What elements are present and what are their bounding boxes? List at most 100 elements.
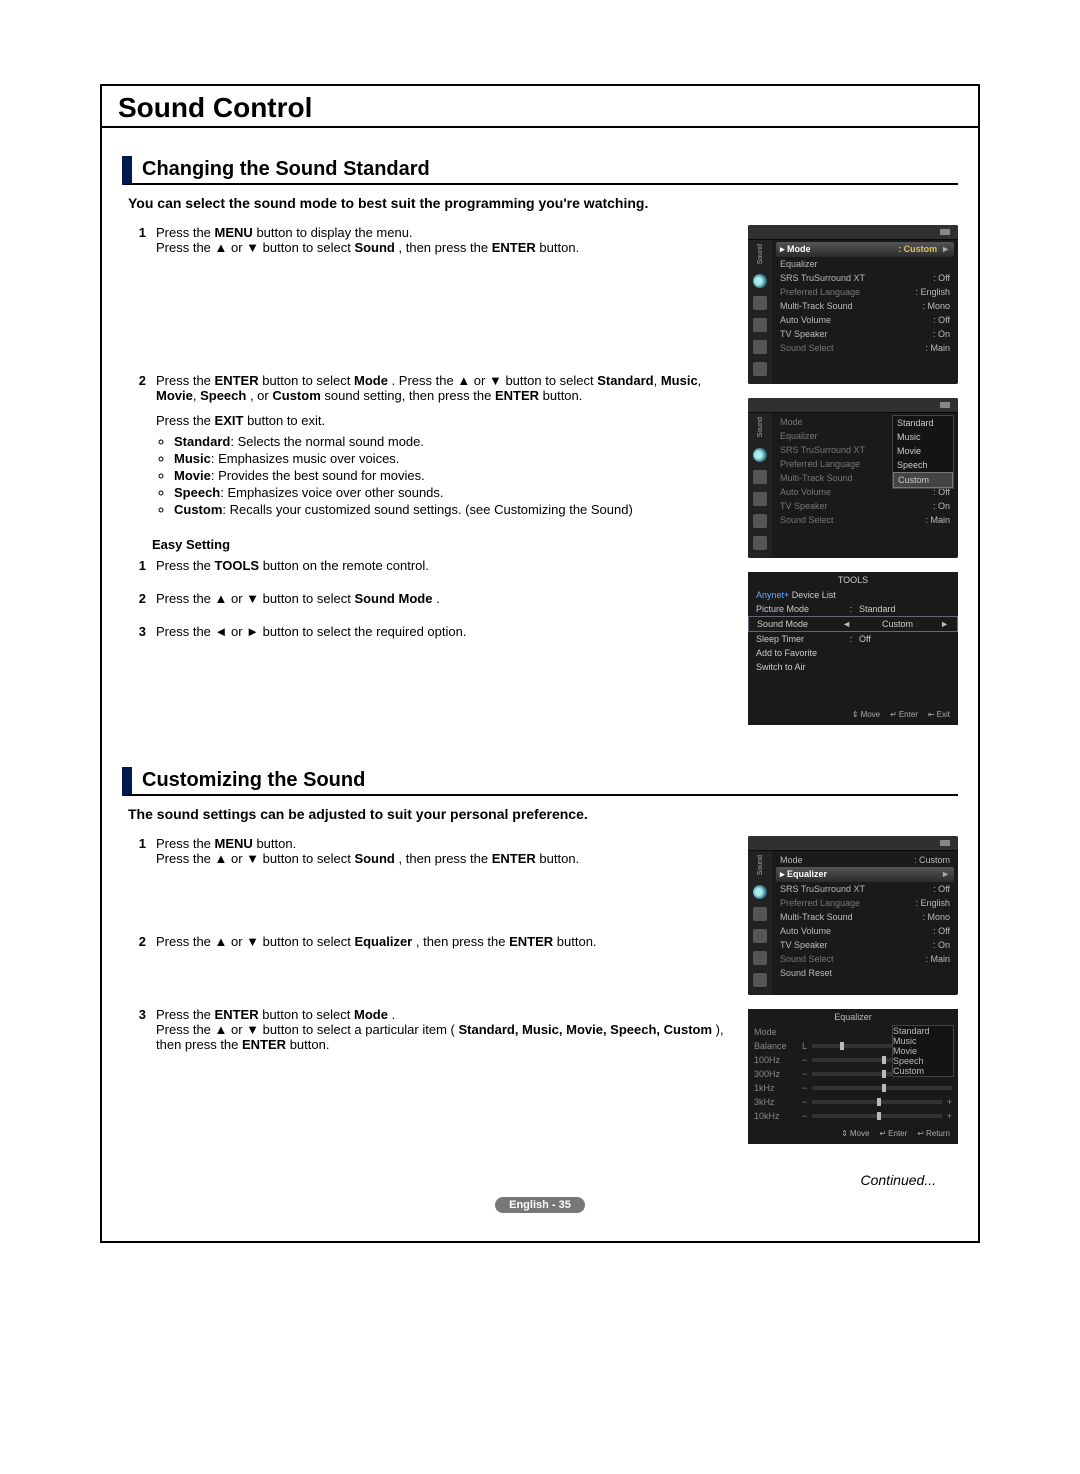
popup-standard[interactable]: Standard: [893, 416, 953, 430]
osd-row-sreset[interactable]: Sound Reset: [776, 966, 954, 980]
step1-2: 2 Press the ENTER button to select Mode …: [122, 373, 738, 519]
s2-step1: 1 Press the MENU button. Press the ▲ or …: [122, 836, 738, 866]
eq-popup-speech[interactable]: Speech: [893, 1056, 953, 1066]
tools-picture-mode[interactable]: Picture Mode:Standard: [748, 602, 958, 616]
section1-intro: You can select the sound mode to best su…: [128, 195, 958, 211]
osd-row-srs[interactable]: SRS TruSurround XT: Off: [776, 271, 954, 285]
osd-sound-tab-label: Sound: [757, 244, 764, 264]
t: Press the ▲ or ▼ button to select: [156, 851, 354, 866]
slider-knob[interactable]: [882, 1070, 886, 1078]
slider-knob[interactable]: [882, 1084, 886, 1092]
screenshots-col-1: Sound ▸ Mode : Custom ►: [748, 225, 958, 739]
tools-device-list[interactable]: Anynet+ Device List: [748, 588, 958, 602]
t: button.: [290, 1037, 330, 1052]
eq-popup-music[interactable]: Music: [893, 1036, 953, 1046]
osd-sound-tab-label: Sound: [757, 417, 764, 437]
eq-row-3khz[interactable]: 3kHz−+: [748, 1095, 958, 1109]
slider-knob[interactable]: [882, 1056, 886, 1064]
osd-row-mode[interactable]: ▸ Mode : Custom ►: [776, 242, 954, 257]
b: Custom: [174, 502, 222, 517]
popup-custom[interactable]: Custom: [893, 472, 953, 488]
eq-row-10khz[interactable]: 10kHz−+: [748, 1109, 958, 1123]
osd-topbar: [748, 398, 958, 413]
osd-row-tvspk[interactable]: TV Speaker: On: [776, 327, 954, 341]
easy-3: 3 Press the ◄ or ► button to select the …: [122, 624, 738, 639]
num-1: 1: [122, 225, 156, 255]
num-2: 2: [122, 373, 156, 519]
osd-row-mode[interactable]: Mode: Custom: [776, 853, 954, 867]
tab-icon: [753, 951, 767, 965]
page-title: Sound Control: [118, 92, 962, 124]
tools-switch-air[interactable]: Switch to Air: [748, 660, 958, 674]
t: Enter: [899, 710, 918, 719]
t: , or: [250, 388, 272, 403]
eq-popup-custom[interactable]: Custom: [893, 1066, 953, 1076]
mode-word: Mode: [354, 373, 388, 388]
t: Press the ▲ or ▼ button to select: [156, 240, 354, 255]
osd-body: Sound Mode: Custom ▸ Equalizer ►: [748, 851, 958, 995]
t: button on the remote control.: [263, 558, 429, 573]
t: : Emphasizes music over voices.: [211, 451, 400, 466]
slider-knob[interactable]: [840, 1042, 844, 1050]
equalizer-word: Equalizer: [354, 934, 412, 949]
bullet-icon: ▸: [780, 869, 785, 879]
eq-popup-standard[interactable]: Standard: [893, 1026, 953, 1036]
t: : Provides the best sound for movies.: [211, 468, 425, 483]
eq-popup-movie[interactable]: Movie: [893, 1046, 953, 1056]
left-arrow-icon[interactable]: ◄: [842, 619, 851, 629]
b: Speech: [174, 485, 220, 500]
right-arrow-icon[interactable]: ►: [940, 619, 949, 629]
osd-row-tvspk: TV Speaker: On: [776, 499, 954, 513]
tab-icon: [753, 296, 767, 310]
osd-row-mts[interactable]: Multi-Track Sound: Mono: [776, 910, 954, 924]
osd-side-tabs: Sound: [748, 240, 772, 384]
osd-row-srs[interactable]: SRS TruSurround XT: Off: [776, 882, 954, 896]
menu-btn-text: MENU: [215, 836, 253, 851]
mode-bullets: Standard: Selects the normal sound mode.…: [160, 434, 738, 517]
enter-btn-text: ENTER: [215, 373, 259, 388]
slider-knob[interactable]: [877, 1112, 881, 1120]
t: Mode: [787, 244, 811, 254]
osd-row-autovol[interactable]: Auto Volume: Off: [776, 924, 954, 938]
tools-sleep-timer[interactable]: Sleep Timer:Off: [748, 632, 958, 646]
tools-title: TOOLS: [748, 572, 958, 588]
return-icon: ↩: [917, 1129, 924, 1138]
slider-knob[interactable]: [877, 1098, 881, 1106]
tab-icon: [753, 470, 767, 484]
osd-row-tvspk[interactable]: TV Speaker: On: [776, 938, 954, 952]
eq-row-1khz[interactable]: 1kHz−: [748, 1081, 958, 1095]
exit-icon: ⇤: [928, 710, 935, 719]
enter-btn-text: ENTER: [492, 851, 536, 866]
tab-icon: [753, 318, 767, 332]
osd-row-mts[interactable]: Multi-Track Sound: Mono: [776, 299, 954, 313]
tools-panel: TOOLS Anynet+ Device List Picture Mode:S…: [748, 572, 958, 725]
section2-row: 1 Press the MENU button. Press the ▲ or …: [122, 836, 958, 1158]
popup-movie[interactable]: Movie: [893, 444, 953, 458]
osd-row-equalizer[interactable]: ▸ Equalizer ►: [776, 867, 954, 882]
osd-row-autovol[interactable]: Auto Volume: Off: [776, 313, 954, 327]
t: . Press the ▲ or ▼ button to select: [392, 373, 598, 388]
tools-sound-mode[interactable]: Sound Mode ◄ Custom ►: [748, 616, 958, 632]
slider-bar[interactable]: [812, 1114, 942, 1118]
tools-add-favorite[interactable]: Add to Favorite: [748, 646, 958, 660]
anynet-icon: Anynet+: [756, 590, 789, 600]
osd-sound-menu-3: Sound Mode: Custom ▸ Equalizer ►: [748, 836, 958, 995]
t: button.: [539, 240, 579, 255]
popup-music[interactable]: Music: [893, 430, 953, 444]
t: : Emphasizes voice over other sounds.: [220, 485, 443, 500]
t: button.: [543, 388, 583, 403]
popup-speech[interactable]: Speech: [893, 458, 953, 472]
osd-row-equalizer[interactable]: Equalizer: [776, 257, 954, 271]
num-3c: 3: [122, 1007, 156, 1052]
t: button to select: [262, 1007, 354, 1022]
enter-icon: ↵: [879, 1129, 886, 1138]
slider-bar[interactable]: [812, 1100, 942, 1104]
osd-list: Mode: Custom ▸ Equalizer ► SRS TruSurrou…: [772, 851, 958, 995]
t: Press the ◄ or ► button to select the re…: [156, 624, 738, 639]
t: Press the TOOLS button on the remote con…: [156, 558, 738, 573]
tab-icon: [753, 514, 767, 528]
slider-bar[interactable]: [812, 1086, 952, 1090]
t: Move: [861, 710, 881, 719]
tab-icon: [753, 536, 767, 550]
tools-btn-text: TOOLS: [215, 558, 260, 573]
